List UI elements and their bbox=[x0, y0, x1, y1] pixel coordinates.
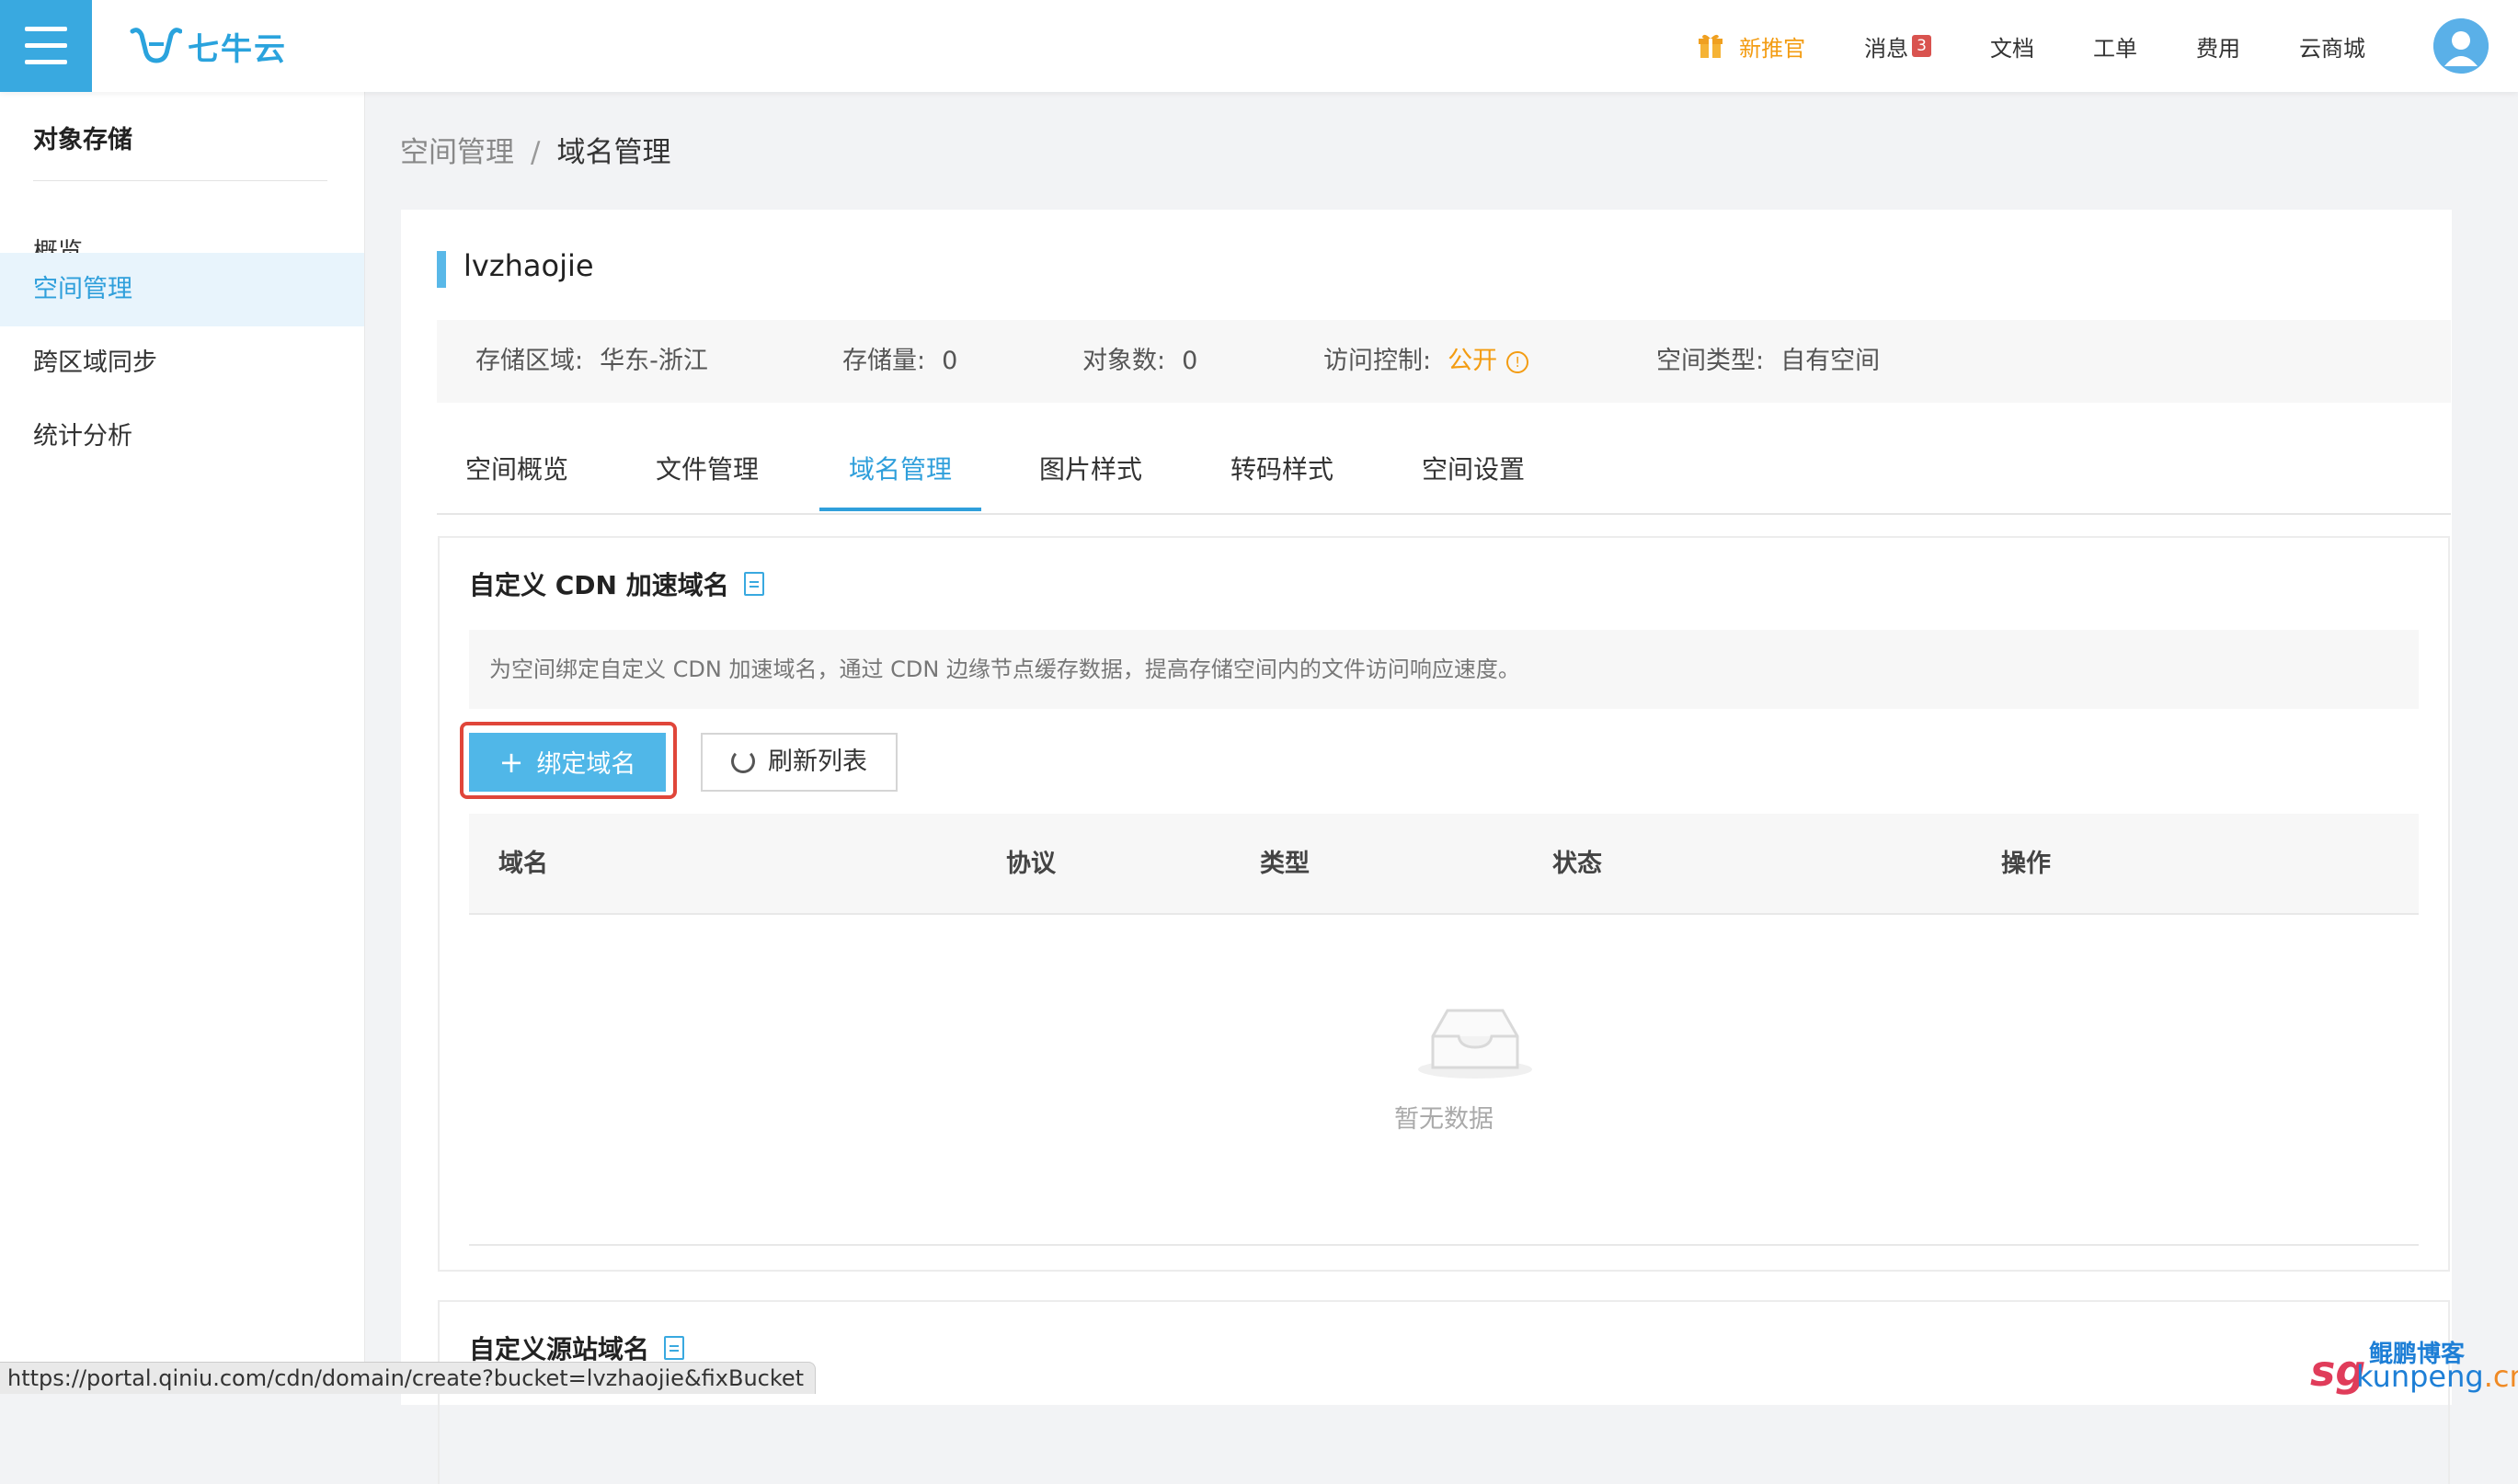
info-storage-value: 0 bbox=[942, 347, 958, 375]
nav-tickets[interactable]: 工单 bbox=[2093, 30, 2137, 63]
bucket-title-accent bbox=[437, 251, 446, 288]
info-type: 空间类型: 自有空间 bbox=[1656, 320, 1880, 403]
tab-domain-management[interactable]: 域名管理 bbox=[819, 439, 981, 511]
refresh-list-button[interactable]: 刷新列表 bbox=[701, 733, 898, 792]
tab-bucket-overview[interactable]: 空间概览 bbox=[437, 439, 597, 513]
breadcrumb-current: 域名管理 bbox=[556, 136, 671, 169]
info-objects-value: 0 bbox=[1182, 347, 1198, 375]
watermark-bottom-main: kunpeng bbox=[2356, 1359, 2484, 1394]
top-nav: 新推官 消息 3 文档 工单 费用 云商城 bbox=[1640, 0, 2518, 92]
watermark-bottom-tld: .cn bbox=[2483, 1359, 2518, 1394]
domain-table-header: 域名 协议 类型 状态 操作 bbox=[469, 814, 2419, 915]
bind-domain-button[interactable]: + 绑定域名 bbox=[469, 733, 666, 792]
info-region-value: 华东-浙江 bbox=[600, 347, 708, 375]
bind-domain-button-label: 绑定域名 bbox=[536, 750, 636, 779]
refresh-list-button-label: 刷新列表 bbox=[768, 748, 867, 776]
user-icon bbox=[2433, 18, 2489, 74]
column-header-actions: 操作 bbox=[2001, 850, 2051, 878]
table-empty-state: 暂无数据 bbox=[469, 915, 2419, 1246]
empty-text: 暂无数据 bbox=[1394, 1105, 1494, 1134]
column-header-protocol: 协议 bbox=[1006, 850, 1056, 878]
sidebar-item-statistics[interactable]: 统计分析 bbox=[0, 400, 364, 474]
info-storage: 存储量: 0 bbox=[842, 320, 957, 403]
info-region-label: 存储区域: bbox=[475, 347, 584, 375]
cdn-domain-panel: 自定义 CDN 加速域名 为空间绑定自定义 CDN 加速域名，通过 CDN 边缘… bbox=[438, 536, 2450, 1272]
tab-image-styles[interactable]: 图片样式 bbox=[1011, 439, 1171, 513]
watermark-logo: sg 鲲鹏博客 kunpeng.cn bbox=[2310, 1335, 2518, 1392]
watermark-bottom: kunpeng.cn bbox=[2356, 1361, 2518, 1392]
cdn-panel-title-text: 自定义 CDN 加速域名 bbox=[469, 570, 729, 600]
info-access-value: 公开 bbox=[1448, 347, 1498, 375]
gift-icon bbox=[1699, 34, 1723, 58]
logo-text: 七牛云 bbox=[188, 30, 287, 68]
breadcrumb-parent[interactable]: 空间管理 bbox=[400, 136, 514, 169]
sidebar: 对象存储 概览 空间管理 跨区域同步 统计分析 bbox=[0, 92, 365, 1394]
nav-promo-label: 新推官 bbox=[1739, 35, 1806, 62]
document-icon[interactable] bbox=[743, 572, 764, 596]
info-objects-label: 对象数: bbox=[1082, 347, 1166, 375]
column-header-status: 状态 bbox=[1552, 850, 1602, 878]
plus-icon: + bbox=[498, 745, 524, 780]
menu-icon-line bbox=[25, 27, 67, 31]
nav-messages-label: 消息 bbox=[1864, 35, 1909, 62]
messages-count-badge: 3 bbox=[1912, 35, 1931, 57]
nav-docs[interactable]: 文档 bbox=[1990, 30, 2034, 63]
bucket-tabs: 空间概览 文件管理 域名管理 图片样式 转码样式 空间设置 bbox=[437, 439, 2451, 515]
sidebar-item-cross-region-sync[interactable]: 跨区域同步 bbox=[0, 326, 364, 400]
info-type-label: 空间类型: bbox=[1656, 347, 1765, 375]
info-access: 访问控制: 公开! bbox=[1323, 320, 1529, 403]
bull-logo-icon bbox=[130, 28, 182, 63]
info-storage-label: 存储量: bbox=[842, 347, 926, 375]
warning-icon[interactable]: ! bbox=[1506, 350, 1529, 373]
breadcrumb: 空间管理 / 域名管理 bbox=[400, 129, 670, 170]
bucket-card: lvzhaojie 存储区域: 华东-浙江 存储量: 0 对象数: 0 访问控制: 公开… bbox=[401, 210, 2452, 1484]
column-header-domain: 域名 bbox=[498, 850, 548, 878]
menu-icon-line bbox=[25, 43, 67, 48]
qiniu-logo[interactable]: 七牛云 bbox=[129, 22, 287, 70]
menu-icon-line bbox=[25, 60, 67, 64]
user-avatar[interactable] bbox=[2433, 18, 2489, 74]
tab-bucket-settings[interactable]: 空间设置 bbox=[1393, 439, 1553, 513]
origin-panel-title-text: 自定义源站域名 bbox=[469, 1334, 650, 1364]
sidebar-item-bucket-management[interactable]: 空间管理 bbox=[0, 253, 364, 326]
sidebar-divider bbox=[33, 180, 327, 181]
tab-transcode-styles[interactable]: 转码样式 bbox=[1202, 439, 1362, 513]
nav-messages[interactable]: 消息 3 bbox=[1864, 30, 1931, 63]
nav-marketplace[interactable]: 云商城 bbox=[2299, 30, 2365, 63]
sidebar-title: 对象存储 bbox=[33, 126, 132, 154]
document-icon[interactable] bbox=[664, 1336, 685, 1360]
hamburger-menu-button[interactable] bbox=[0, 0, 92, 92]
top-bar: 七牛云 新推官 消息 3 文档 工单 费用 云商城 bbox=[0, 0, 2518, 92]
info-objects: 对象数: 0 bbox=[1082, 320, 1197, 403]
nav-billing[interactable]: 费用 bbox=[2196, 30, 2240, 63]
nav-promo[interactable]: 新推官 bbox=[1699, 30, 1805, 63]
info-region: 存储区域: 华东-浙江 bbox=[475, 320, 708, 403]
breadcrumb-separator: / bbox=[531, 136, 541, 169]
cdn-panel-hint: 为空间绑定自定义 CDN 加速域名，通过 CDN 边缘节点缓存数据，提高存储空间… bbox=[469, 630, 2419, 709]
column-header-type: 类型 bbox=[1260, 850, 1310, 878]
cdn-panel-title: 自定义 CDN 加速域名 bbox=[469, 565, 764, 602]
bucket-info-bar: 存储区域: 华东-浙江 存储量: 0 对象数: 0 访问控制: 公开! 空间类型: 自有空… bbox=[437, 320, 2451, 403]
info-access-label: 访问控制: bbox=[1323, 347, 1432, 375]
bucket-name: lvzhaojie bbox=[464, 248, 594, 283]
link-preview-status: https://portal.qiniu.com/cdn/domain/crea… bbox=[0, 1362, 817, 1394]
tab-file-management[interactable]: 文件管理 bbox=[627, 439, 787, 513]
origin-panel-title: 自定义源站域名 bbox=[469, 1330, 685, 1366]
info-type-value: 自有空间 bbox=[1780, 347, 1881, 375]
empty-inbox-icon bbox=[1418, 1009, 1532, 1079]
refresh-icon bbox=[731, 748, 755, 773]
